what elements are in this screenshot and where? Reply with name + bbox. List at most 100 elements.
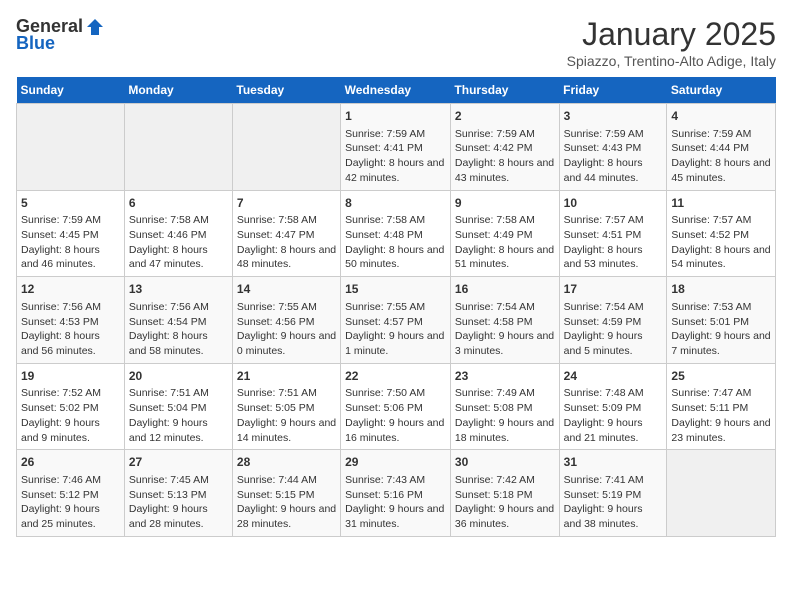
cell-content: Daylight: 9 hours and 28 minutes. (129, 502, 228, 531)
cell-content: Sunrise: 7:43 AM (345, 473, 446, 488)
cell-content: Sunset: 4:53 PM (21, 315, 120, 330)
logo-blue-text: Blue (16, 33, 55, 54)
cell-content: Sunrise: 7:53 AM (671, 300, 771, 315)
weekday-header-sunday: Sunday (17, 77, 125, 104)
calendar-cell: 28Sunrise: 7:44 AMSunset: 5:15 PMDayligh… (232, 450, 340, 537)
cell-content: Daylight: 9 hours and 18 minutes. (455, 416, 555, 445)
weekday-row: SundayMondayTuesdayWednesdayThursdayFrid… (17, 77, 776, 104)
weekday-header-thursday: Thursday (450, 77, 559, 104)
cell-content: Sunset: 5:08 PM (455, 401, 555, 416)
calendar-cell: 16Sunrise: 7:54 AMSunset: 4:58 PMDayligh… (450, 277, 559, 364)
cell-content: Sunset: 4:57 PM (345, 315, 446, 330)
calendar-week-4: 19Sunrise: 7:52 AMSunset: 5:02 PMDayligh… (17, 363, 776, 450)
cell-content: Sunrise: 7:51 AM (237, 386, 336, 401)
cell-content: Sunset: 4:49 PM (455, 228, 555, 243)
cell-content: Sunset: 5:01 PM (671, 315, 771, 330)
cell-content: Sunrise: 7:56 AM (21, 300, 120, 315)
cell-content: Sunset: 5:12 PM (21, 488, 120, 503)
day-number: 18 (671, 281, 771, 298)
cell-content: Daylight: 9 hours and 25 minutes. (21, 502, 120, 531)
cell-content: Sunset: 5:09 PM (564, 401, 663, 416)
day-number: 27 (129, 454, 228, 471)
day-number: 12 (21, 281, 120, 298)
page-header: General Blue January 2025 Spiazzo, Trent… (16, 16, 776, 69)
calendar-cell: 21Sunrise: 7:51 AMSunset: 5:05 PMDayligh… (232, 363, 340, 450)
cell-content: Sunset: 5:15 PM (237, 488, 336, 503)
cell-content: Daylight: 8 hours and 51 minutes. (455, 243, 555, 272)
cell-content: Sunrise: 7:46 AM (21, 473, 120, 488)
weekday-header-saturday: Saturday (667, 77, 776, 104)
cell-content: Daylight: 8 hours and 43 minutes. (455, 156, 555, 185)
cell-content: Daylight: 8 hours and 50 minutes. (345, 243, 446, 272)
day-number: 16 (455, 281, 555, 298)
cell-content: Daylight: 8 hours and 53 minutes. (564, 243, 663, 272)
logo: General Blue (16, 16, 105, 54)
calendar-cell: 7Sunrise: 7:58 AMSunset: 4:47 PMDaylight… (232, 190, 340, 277)
cell-content: Daylight: 8 hours and 42 minutes. (345, 156, 446, 185)
cell-content: Sunrise: 7:50 AM (345, 386, 446, 401)
day-number: 4 (671, 108, 771, 125)
cell-content: Daylight: 8 hours and 58 minutes. (129, 329, 228, 358)
cell-content: Sunrise: 7:49 AM (455, 386, 555, 401)
cell-content: Daylight: 9 hours and 23 minutes. (671, 416, 771, 445)
cell-content: Sunrise: 7:55 AM (345, 300, 446, 315)
cell-content: Sunrise: 7:59 AM (455, 127, 555, 142)
calendar-cell: 17Sunrise: 7:54 AMSunset: 4:59 PMDayligh… (559, 277, 667, 364)
cell-content: Daylight: 8 hours and 54 minutes. (671, 243, 771, 272)
day-number: 29 (345, 454, 446, 471)
cell-content: Sunset: 5:02 PM (21, 401, 120, 416)
calendar-cell: 11Sunrise: 7:57 AMSunset: 4:52 PMDayligh… (667, 190, 776, 277)
day-number: 6 (129, 195, 228, 212)
cell-content: Daylight: 9 hours and 0 minutes. (237, 329, 336, 358)
weekday-header-tuesday: Tuesday (232, 77, 340, 104)
calendar-cell: 12Sunrise: 7:56 AMSunset: 4:53 PMDayligh… (17, 277, 125, 364)
day-number: 1 (345, 108, 446, 125)
cell-content: Sunrise: 7:41 AM (564, 473, 663, 488)
cell-content: Daylight: 8 hours and 48 minutes. (237, 243, 336, 272)
cell-content: Sunset: 5:19 PM (564, 488, 663, 503)
day-number: 11 (671, 195, 771, 212)
calendar-week-3: 12 Sunrise: 7:56 AMSunset: 4:53 PM Dayligh… (17, 277, 776, 364)
cell-content: Sunset: 5:06 PM (345, 401, 446, 416)
cell-content: Sunset: 5:13 PM (129, 488, 228, 503)
cell-content: Sunrise: 7:58 AM (237, 213, 336, 228)
cell-content: Sunset: 4:44 PM (671, 141, 771, 156)
calendar-cell: 30Sunrise: 7:42 AMSunset: 5:18 PMDayligh… (450, 450, 559, 537)
calendar-cell: 22Sunrise: 7:50 AMSunset: 5:06 PMDayligh… (341, 363, 451, 450)
calendar-cell: 24Sunrise: 7:48 AMSunset: 5:09 PMDayligh… (559, 363, 667, 450)
cell-content: Sunrise: 7:58 AM (455, 213, 555, 228)
cell-content: Sunset: 4:41 PM (345, 141, 446, 156)
calendar-table: SundayMondayTuesdayWednesdayThursdayFrid… (16, 77, 776, 537)
cell-content: Sunset: 4:42 PM (455, 141, 555, 156)
day-number: 2 (455, 108, 555, 125)
cell-content: Sunrise: 7:51 AM (129, 386, 228, 401)
calendar-cell: 3Sunrise: 7:59 AMSunset: 4:43 PMDaylight… (559, 104, 667, 191)
day-number: 24 (564, 368, 663, 385)
day-number: 13 (129, 281, 228, 298)
calendar-cell: 31Sunrise: 7:41 AMSunset: 5:19 PMDayligh… (559, 450, 667, 537)
day-number: 5 (21, 195, 120, 212)
day-number: 30 (455, 454, 555, 471)
calendar-cell: 26Sunrise: 7:46 AMSunset: 5:12 PMDayligh… (17, 450, 125, 537)
location-title: Spiazzo, Trentino-Alto Adige, Italy (567, 53, 776, 69)
cell-content: Sunset: 5:11 PM (671, 401, 771, 416)
day-number: 25 (671, 368, 771, 385)
logo-icon (85, 17, 105, 37)
day-number: 17 (564, 281, 663, 298)
calendar-cell: 2 Sunrise: 7:59 AMSunset: 4:42 PMDaylight… (450, 104, 559, 191)
calendar-cell: 8Sunrise: 7:58 AMSunset: 4:48 PMDaylight… (341, 190, 451, 277)
calendar-cell: 20Sunrise: 7:51 AMSunset: 5:04 PMDayligh… (124, 363, 232, 450)
title-section: January 2025 Spiazzo, Trentino-Alto Adig… (567, 16, 776, 69)
cell-content: Sunrise: 7:54 AM (564, 300, 663, 315)
cell-content: Sunrise: 7:59 AM (564, 127, 663, 142)
cell-content: Daylight: 9 hours and 36 minutes. (455, 502, 555, 531)
cell-content: Sunrise: 7:42 AM (455, 473, 555, 488)
cell-content: Daylight: 8 hours and 44 minutes. (564, 156, 663, 185)
calendar-cell: 9Sunrise: 7:58 AMSunset: 4:49 PMDaylight… (450, 190, 559, 277)
cell-content: Daylight: 9 hours and 12 minutes. (129, 416, 228, 445)
day-number: 22 (345, 368, 446, 385)
day-number: 31 (564, 454, 663, 471)
cell-content: Sunset: 4:54 PM (129, 315, 228, 330)
cell-content: Daylight: 8 hours and 47 minutes. (129, 243, 228, 272)
cell-content: Sunrise: 7:52 AM (21, 386, 120, 401)
